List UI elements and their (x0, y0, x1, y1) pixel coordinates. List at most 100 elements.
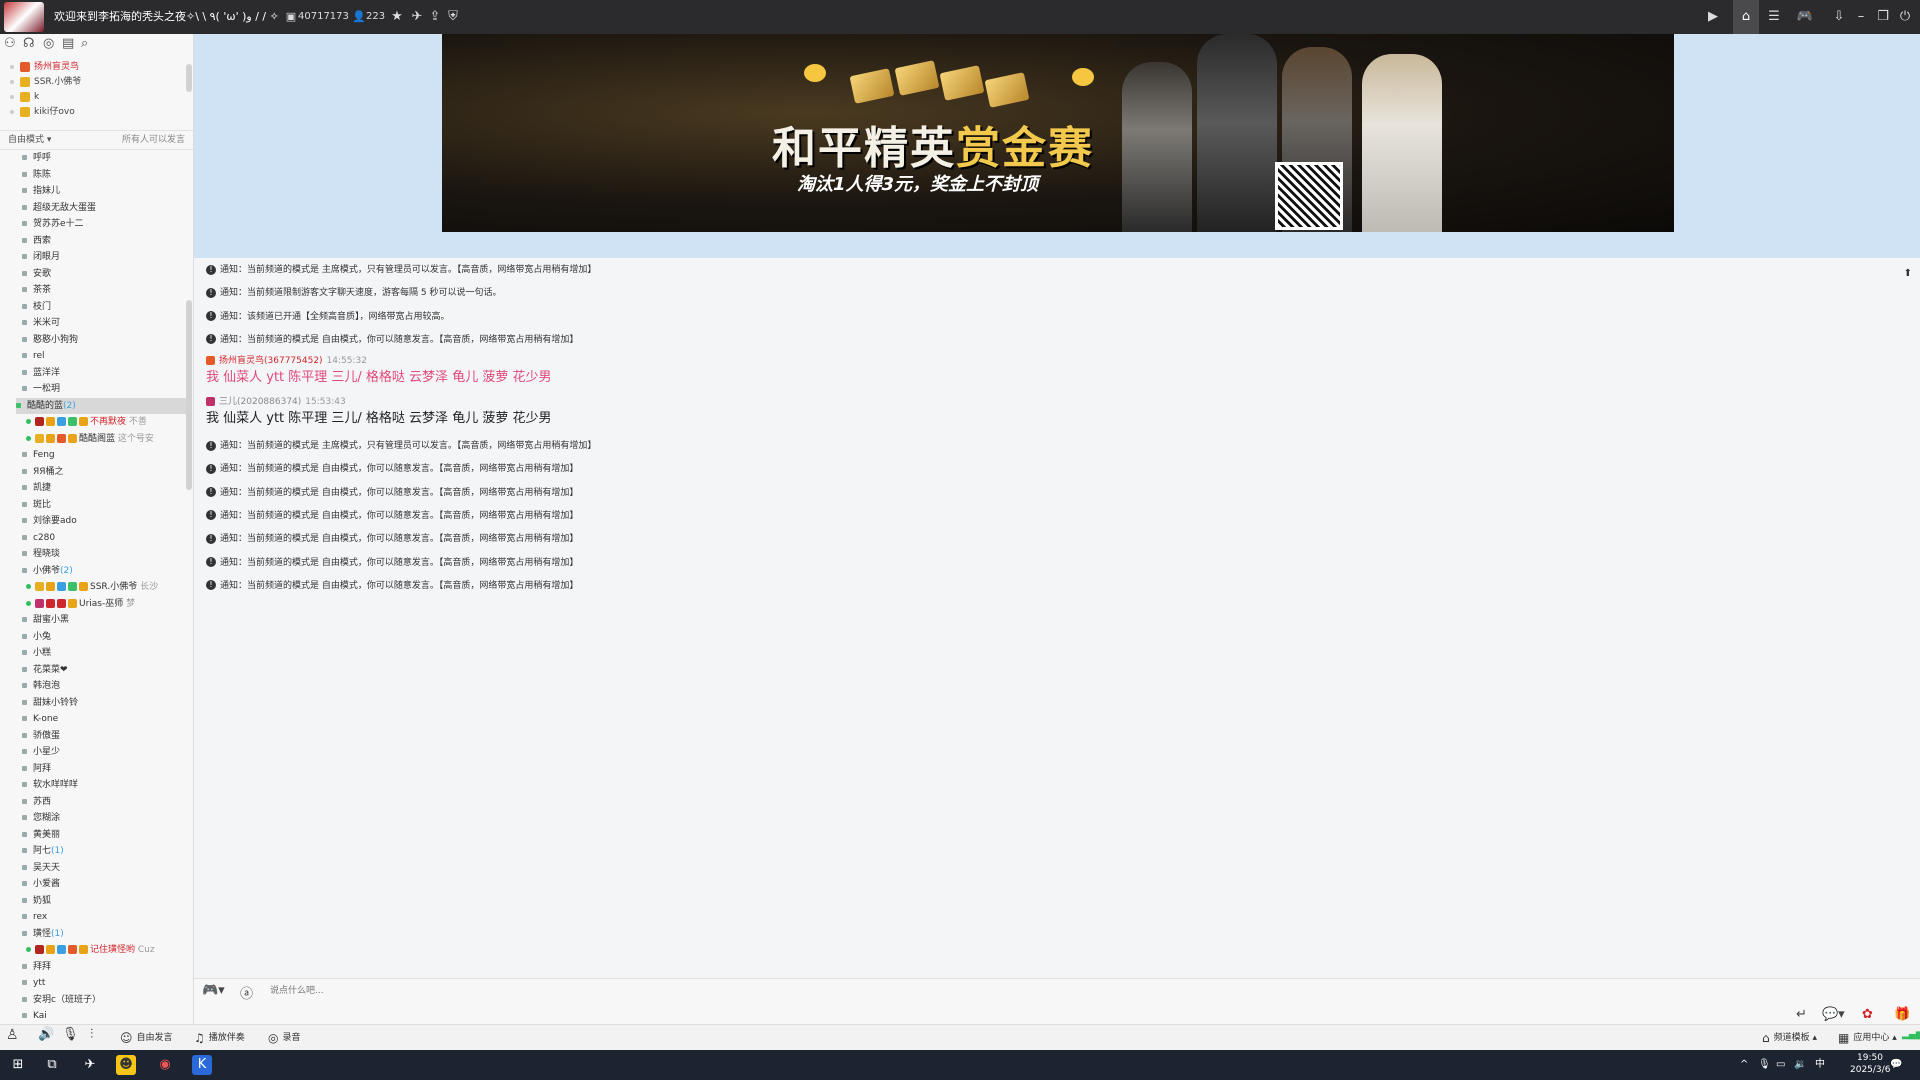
channel-item[interactable]: 甜妹小铃铃 (22, 695, 78, 711)
location-icon[interactable]: ◎ (43, 36, 54, 51)
rose-icon[interactable]: ✿ (1862, 1007, 1873, 1022)
app-browser-icon[interactable]: ◉ (155, 1055, 175, 1075)
channel-user[interactable]: SSR.小佛爷 长沙 (26, 579, 158, 595)
admin-item[interactable]: 扬州盲灵鸟 (10, 60, 79, 75)
channel-item[interactable]: 苏西 (22, 794, 51, 810)
ad-banner[interactable]: 和平精英赏金赛 淘汰1人得3元，奖金上不封顶 (442, 34, 1674, 232)
tray-volume-icon[interactable]: 🔉 (1794, 1050, 1806, 1080)
channel-item[interactable]: 枝门 (22, 299, 51, 315)
channel-item[interactable]: 韩泡泡 (22, 678, 60, 694)
channel-item[interactable]: 茶茶 (22, 282, 51, 298)
channel-item[interactable]: 您糊涂 (22, 810, 60, 826)
message-author[interactable]: 三儿(2020886374) (219, 397, 301, 407)
shield-icon[interactable]: ⛨ (444, 8, 462, 26)
channel-avatar[interactable] (4, 2, 44, 32)
power-icon[interactable]: ⏻ (1896, 8, 1914, 26)
taskbar-clock[interactable]: 19:50 2025/3/6 (1850, 1052, 1890, 1076)
channel-user[interactable]: 酷酷阁蓝 这个号安 (26, 431, 154, 447)
mode-dropdown[interactable]: 自由模式 ▾ (8, 131, 51, 149)
message-author[interactable]: 扬州盲灵鸟(367775452) (219, 356, 323, 366)
notification-icon[interactable]: 💬 (1890, 1050, 1902, 1080)
channel-user[interactable]: Urias-巫师 梦 (26, 596, 135, 612)
channel-item[interactable]: 超级无敌大蛋蛋 (22, 200, 96, 216)
channel-item[interactable]: 小星少 (22, 744, 60, 760)
channel-item[interactable]: rex (22, 909, 47, 925)
tray-expand-icon[interactable]: ^ (1740, 1050, 1748, 1080)
channel-item[interactable]: 酷酷的蓝(2) (16, 397, 186, 414)
channel-item[interactable]: 闭眼月 (22, 249, 60, 265)
gamepad-icon[interactable]: 🎮 (1796, 8, 1814, 26)
channel-item[interactable]: Kai (22, 1008, 47, 1024)
windows-start-icon[interactable]: ⊞ (8, 1055, 28, 1075)
video-icon[interactable]: ▶ (1704, 8, 1722, 26)
free-speak-button[interactable]: ☺ 自由发言 (120, 1030, 173, 1045)
news-icon[interactable]: ☰ (1765, 8, 1783, 26)
channel-item[interactable]: 凯捷 (22, 480, 51, 496)
channel-template-button[interactable]: ⌂ 频道模板 ▴ (1762, 1030, 1817, 1045)
channel-item[interactable]: 安玥c（班班子） (22, 992, 101, 1008)
channel-item[interactable]: rel (22, 348, 45, 364)
channel-item[interactable]: 甜蜜小黑 (22, 612, 69, 628)
share-icon[interactable]: ⇪ (426, 8, 444, 26)
channel-item[interactable]: K-one (22, 711, 58, 727)
channel-user[interactable]: 记住璜怪哟 Cuz (26, 942, 155, 958)
app-k-icon[interactable]: K (192, 1055, 212, 1075)
channel-item[interactable]: 阿拜 (22, 761, 51, 777)
channel-item[interactable]: 小爱酱 (22, 876, 60, 892)
search-icon[interactable]: ⌕ (81, 36, 88, 51)
download-icon[interactable]: ⇩ (1830, 8, 1848, 26)
app-plane-icon[interactable]: ✈ (80, 1055, 100, 1075)
user-icon[interactable]: ⚇ (4, 36, 16, 51)
channel-item[interactable]: 阿七(1) (22, 843, 64, 859)
notes-icon[interactable]: ▤ (62, 36, 74, 51)
channel-item[interactable]: 憨憨小狗狗 (22, 332, 78, 348)
channel-item[interactable]: Feng (22, 447, 55, 463)
channel-item[interactable]: c280 (22, 530, 55, 546)
app-center-button[interactable]: ▦ 应用中心 ▴ (1838, 1030, 1897, 1045)
channel-item[interactable]: 刘徐要ado (22, 513, 77, 529)
channel-item[interactable]: 璜怪(1) (22, 926, 64, 942)
tray-network-icon[interactable]: ▭ (1776, 1050, 1785, 1080)
record-button[interactable]: ◎ 录音 (268, 1030, 301, 1045)
channel-item[interactable]: 花菜菜❤ (22, 662, 68, 678)
admin-item[interactable]: SSR.小佛爷 (10, 75, 81, 90)
channel-item[interactable]: 米米可 (22, 315, 60, 331)
app-yy-icon[interactable]: ☻ (116, 1055, 136, 1075)
channel-item[interactable]: ЯЯ桶之 (22, 464, 64, 480)
send-icon[interactable]: ↵ (1796, 1007, 1807, 1022)
channel-item[interactable]: 小兔 (22, 629, 51, 645)
emoji-icon[interactable]: 🎮▾ (202, 983, 225, 998)
channel-item[interactable]: 小糕 (22, 645, 51, 661)
admin-item[interactable]: kiki仔ovo (10, 105, 75, 120)
chat-bubble-icon[interactable]: 💬▾ (1822, 1007, 1845, 1022)
scroll-top-icon[interactable]: ⬆ (1904, 268, 1912, 279)
channel-item[interactable]: 安歌 (22, 266, 51, 282)
gift-icon[interactable]: 🎁 (1894, 1007, 1910, 1022)
channel-item[interactable]: 蓝洋洋 (22, 365, 60, 381)
admin-scrollbar[interactable] (186, 64, 192, 92)
avatar-status-icon[interactable]: ♙ (6, 1027, 19, 1043)
tray-mic-icon[interactable]: 🎙 (1758, 1050, 1771, 1080)
channel-item[interactable]: ytt (22, 975, 45, 991)
channel-item[interactable]: 吴天天 (22, 860, 60, 876)
microphone-icon[interactable]: 🎙 (62, 1027, 79, 1042)
channel-item[interactable]: 指妹儿 (22, 183, 60, 199)
channel-item[interactable]: 贺苏苏e十二 (22, 216, 84, 232)
task-view-icon[interactable]: ⧉ (42, 1055, 62, 1075)
channel-scrollbar[interactable] (186, 300, 192, 490)
plane-icon[interactable]: ✈ (408, 8, 426, 26)
admin-item[interactable]: k (10, 90, 39, 105)
channel-item[interactable]: 奶狐 (22, 893, 51, 909)
equalizer-icon[interactable]: ⫶ (90, 1027, 93, 1042)
restore-icon[interactable]: ❐ (1874, 8, 1892, 26)
minimize-icon[interactable]: – (1852, 8, 1870, 26)
channel-item[interactable]: 骄傲蛋 (22, 728, 60, 744)
chat-input[interactable] (268, 981, 1572, 1001)
channel-item[interactable]: 陈陈 (22, 167, 51, 183)
play-music-button[interactable]: ♫ 播放伴奏 (194, 1030, 245, 1045)
headset-icon[interactable]: ☊ (23, 36, 35, 51)
channel-item[interactable]: 呼呼 (22, 150, 51, 166)
channel-user[interactable]: 不再默夜 不善 (26, 414, 147, 430)
channel-item[interactable]: 黄美丽 (22, 827, 60, 843)
speaker-icon[interactable]: 🔊 (38, 1027, 54, 1042)
